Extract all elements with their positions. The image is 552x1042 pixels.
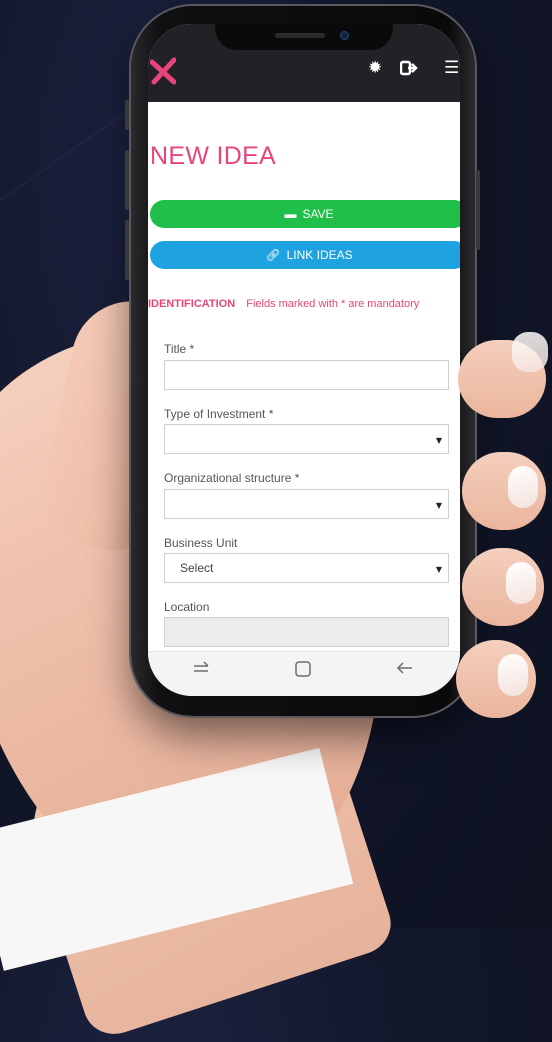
hand-finger [456, 640, 536, 718]
front-camera [340, 31, 349, 40]
phone-screen: ✹ ☰ NEW IDEA ▬ SAVE 🔗︎ LINK IDEAS IDENTI… [148, 24, 460, 696]
caret-down-icon: ▼ [435, 436, 442, 445]
phone-side-button [125, 150, 129, 210]
location-input [164, 617, 449, 647]
back-icon[interactable] [396, 660, 414, 680]
save-button[interactable]: ▬ SAVE [150, 200, 460, 228]
caret-down-icon: ▼ [435, 565, 442, 574]
logout-icon[interactable] [399, 60, 418, 80]
fingernail [506, 562, 536, 604]
mandatory-note: Fields marked with * are mandatory [246, 298, 420, 310]
section-header: IDENTIFICATION Fields marked with * are … [148, 298, 419, 310]
location-label: Location [164, 600, 210, 614]
hand-finger [462, 452, 546, 530]
fingernail [508, 466, 538, 508]
phone-side-button [125, 220, 129, 280]
recents-icon[interactable] [192, 660, 210, 680]
section-title: IDENTIFICATION [148, 298, 236, 310]
investment-type-select[interactable]: ▼ [164, 424, 449, 454]
title-input[interactable] [164, 360, 449, 390]
org-structure-label: Organizational structure * [164, 471, 300, 485]
chain-link-icon: 🔗︎ [265, 248, 281, 262]
link-ideas-button[interactable]: 🔗︎ LINK IDEAS [150, 241, 460, 269]
business-unit-label: Business Unit [164, 536, 238, 550]
fingernail [512, 332, 548, 372]
link-ideas-button-label: LINK IDEAS [286, 248, 353, 262]
hand-finger [462, 548, 544, 626]
title-label: Title * [164, 342, 195, 356]
android-nav-bar [148, 651, 460, 696]
business-unit-select[interactable]: Select ▼ [164, 553, 449, 583]
hamburger-menu-icon[interactable]: ☰ [444, 60, 459, 77]
org-structure-select[interactable]: ▼ [164, 489, 449, 519]
home-icon[interactable] [294, 660, 312, 682]
gear-icon[interactable]: ✹ [368, 60, 382, 77]
caret-down-icon: ▼ [435, 501, 442, 510]
page-title: NEW IDEA [150, 142, 277, 170]
phone-side-button [125, 100, 129, 130]
fingernail [498, 654, 528, 696]
floppy-disk-icon: ▬ [284, 207, 297, 221]
x-logo-icon[interactable] [150, 54, 176, 86]
investment-type-label: Type of Investment * [164, 407, 274, 421]
phone-speaker [275, 33, 325, 38]
hand-finger [458, 332, 548, 418]
business-unit-value: Select [180, 561, 214, 575]
save-button-label: SAVE [302, 207, 334, 221]
phone-power-button [476, 170, 480, 250]
